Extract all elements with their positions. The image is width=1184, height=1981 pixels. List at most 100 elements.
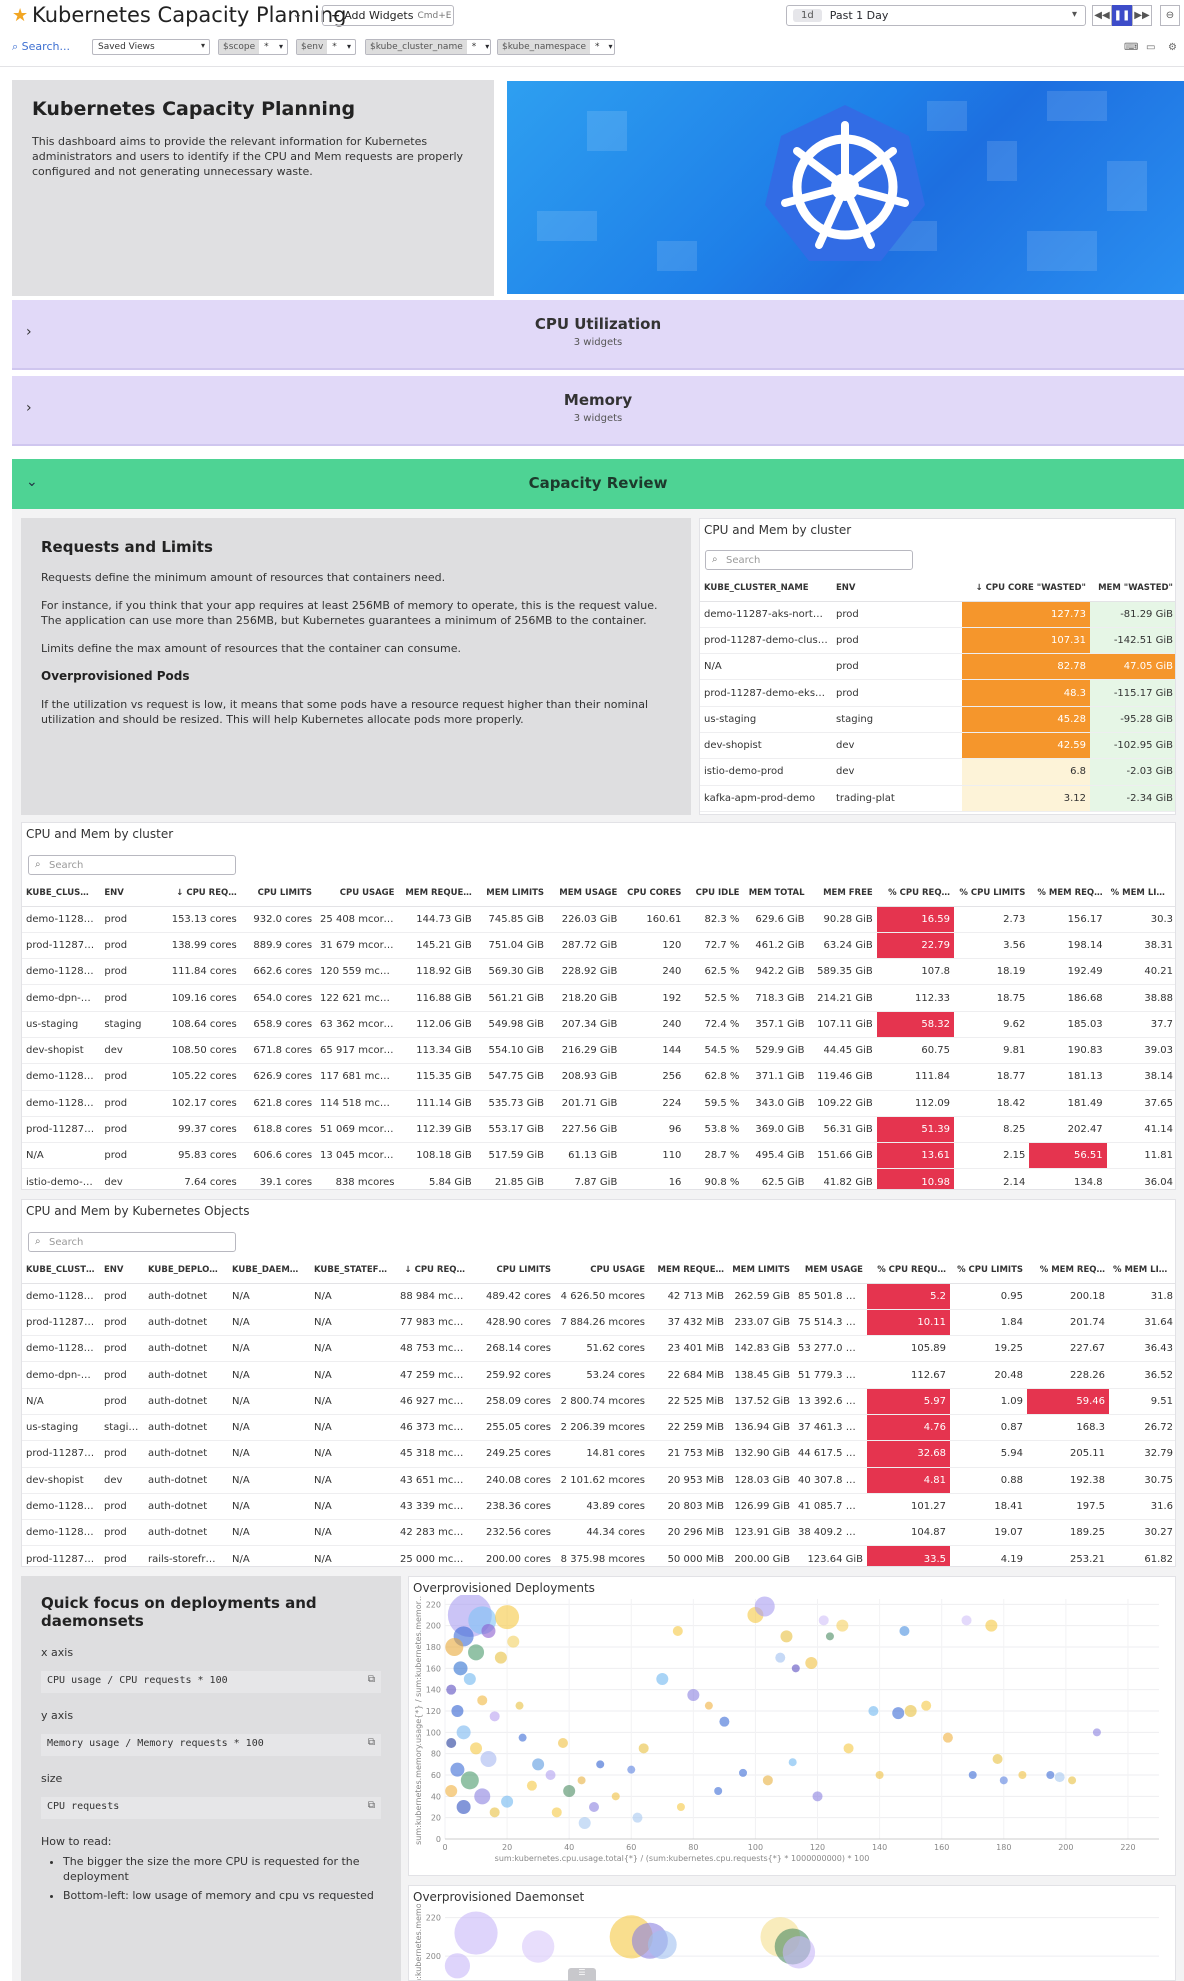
scatter-point[interactable] <box>968 1771 977 1779</box>
table-row[interactable]: demo-1128… prod 102.17 cores 621.8 cores 114… <box>22 1090 1175 1117</box>
scatter-point[interactable] <box>596 1760 605 1769</box>
table-row[interactable]: demo-dpn-… prod 109.16 cores 654.0 cores 122… <box>22 984 1175 1012</box>
scatter-point[interactable] <box>775 1652 786 1663</box>
scatter-point[interactable] <box>836 1619 849 1632</box>
column-header[interactable]: ↓ CPU CORE "WASTED" <box>962 575 1090 602</box>
scatter-point[interactable] <box>985 1619 998 1632</box>
column-header[interactable]: % CPU LIMITS <box>954 880 1030 907</box>
scatter-point[interactable] <box>676 1803 685 1811</box>
gear-icon[interactable]: ⚙ <box>1168 42 1177 53</box>
group-memory[interactable]: › Memory 3 widgets <box>12 376 1184 446</box>
step-back-icon[interactable]: ◀◀ <box>1092 5 1112 26</box>
scatter-point[interactable] <box>647 1930 677 1960</box>
scatter-point[interactable] <box>578 1817 591 1829</box>
scatter-point[interactable] <box>687 1689 700 1701</box>
scatter-point[interactable] <box>942 1732 953 1743</box>
scatter-point[interactable] <box>992 1754 1003 1764</box>
scatter-point[interactable] <box>714 1787 723 1795</box>
table-row[interactable]: prod-11287-… prod auth-dotnet N/A N/A 45 318 … <box>22 1440 1175 1468</box>
column-header[interactable]: ENV <box>100 880 164 907</box>
table-row[interactable]: us-staging staging 108.64 cores 658.9 cores… <box>22 1011 1175 1038</box>
scatter-point[interactable] <box>450 1762 465 1777</box>
scatter-point[interactable] <box>892 1707 905 1720</box>
scatter-point[interactable] <box>672 1626 683 1636</box>
saved-views-select[interactable]: Saved Views ▾ <box>92 39 210 55</box>
column-header[interactable]: MEM TOTAL <box>743 880 809 907</box>
column-header[interactable]: % CPU REQU… <box>867 1257 950 1284</box>
column-header[interactable]: ENV <box>832 575 962 602</box>
column-header[interactable]: ↓ CPU REQ… <box>396 1257 469 1284</box>
template-var-cluster[interactable]: $kube_cluster_name * ▾ <box>365 39 491 55</box>
table-row[interactable]: demo-1128… prod 105.22 cores 626.9 cores 117… <box>22 1063 1175 1091</box>
column-header[interactable]: MEM LIMITS <box>728 1257 794 1284</box>
table-row[interactable]: demo-1128… prod 153.13 cores 932.0 cores 25 … <box>22 906 1175 933</box>
deployments-scatter-chart[interactable]: 0 20 40 60 80 100 120 140 160 180 200 220 0 20 40 60 80 1… <box>409 1595 1176 1876</box>
copy-icon[interactable]: ⧉ <box>368 1737 375 1748</box>
scatter-point[interactable] <box>899 1626 910 1636</box>
scatter-point[interactable] <box>474 1788 491 1805</box>
scatter-point[interactable] <box>563 1785 576 1797</box>
scatter-point[interactable] <box>999 1776 1008 1785</box>
scatter-point[interactable] <box>875 1771 884 1779</box>
scatter-point[interactable] <box>557 1738 568 1748</box>
scatter-point[interactable] <box>518 1733 527 1742</box>
scatter-point[interactable] <box>454 1911 498 1955</box>
column-header[interactable]: MEM REQUE… <box>398 880 476 907</box>
scatter-point[interactable] <box>921 1700 932 1711</box>
table-row[interactable]: demo-dpn-u… prod auth-dotnet N/A N/A 47 259 m… <box>22 1361 1175 1389</box>
scatter-point[interactable] <box>762 1775 773 1786</box>
step-forward-icon[interactable]: ▶▶ <box>1132 5 1152 26</box>
template-var-scope[interactable]: $scope * ▾ <box>218 39 288 55</box>
scatter-point[interactable] <box>825 1632 834 1641</box>
scatter-point[interactable] <box>1046 1771 1055 1779</box>
table-row[interactable]: prod-11287-demo-clus… prod 107.31 -142.51 G… <box>700 627 1175 655</box>
table-row[interactable]: N/A prod 95.83 cores 606.6 cores 13 045 mcor… <box>22 1142 1175 1170</box>
column-header[interactable]: MEM REQUE… <box>649 1257 728 1284</box>
scatter-point[interactable] <box>1092 1728 1101 1737</box>
scatter-point[interactable] <box>446 1684 457 1695</box>
table-row[interactable]: prod-11287-… prod rails-storefr… N/A N/A 25 0… <box>22 1545 1175 1566</box>
column-header[interactable]: KUBE_DAEM… <box>228 1257 310 1284</box>
scatter-point[interactable] <box>611 1792 620 1801</box>
keyboard-icon[interactable]: ⌨ <box>1124 42 1138 53</box>
scatter-point[interactable] <box>545 1770 556 1780</box>
scatter-point[interactable] <box>1018 1771 1027 1779</box>
column-header[interactable]: CPU LIMITS <box>469 1257 555 1284</box>
table-search-input[interactable]: ⌕ Search <box>28 855 236 875</box>
table-row[interactable]: prod-11287… prod 138.99 cores 889.9 cores 31… <box>22 932 1175 960</box>
scatter-point[interactable] <box>632 1812 643 1823</box>
table-row[interactable]: istio-demo-… dev 7.64 cores 39.1 cores 838 m… <box>22 1168 1175 1189</box>
table-row[interactable]: prod-11287-demo-eks-… prod 48.3 -115.17 GiB <box>700 679 1175 707</box>
table-row[interactable]: istio-demo-prod dev 6.8 -2.03 GiB <box>700 758 1175 786</box>
column-header[interactable]: CPU USAGE <box>316 880 399 907</box>
chevron-down-icon[interactable]: ⌄ <box>292 7 303 22</box>
group-capacity-review[interactable]: ⌄ Capacity Review <box>12 459 1184 509</box>
column-header[interactable]: % CPU REQ… <box>876 880 955 907</box>
pause-icon[interactable]: ❚❚ <box>1112 5 1132 26</box>
scatter-point[interactable] <box>791 1664 800 1673</box>
scatter-point[interactable] <box>961 1615 972 1626</box>
column-header[interactable]: CPU IDLE <box>685 880 744 907</box>
table-row[interactable]: dev-shopist dev 42.59 -102.95 GiB <box>700 732 1175 760</box>
scatter-point[interactable] <box>456 1725 471 1740</box>
scatter-point[interactable] <box>638 1743 649 1754</box>
table-row[interactable]: demo-11287… prod auth-dotnet N/A N/A 43 339 m… <box>22 1493 1175 1521</box>
tv-mode-icon[interactable]: ▭ <box>1146 42 1155 53</box>
scatter-point[interactable] <box>494 1651 507 1664</box>
scatter-point[interactable] <box>782 1936 816 1969</box>
table-row[interactable]: dev-shopist dev auth-dotnet N/A N/A 43 651 mc… <box>22 1467 1175 1494</box>
scatter-point[interactable] <box>868 1706 879 1716</box>
time-range-selector[interactable]: 1d Past 1 Day ▾ <box>786 5 1086 26</box>
list-handle-icon[interactable]: ☰ <box>568 1968 596 1981</box>
column-header[interactable]: KUBE_CLUSTER_NAME <box>700 575 832 602</box>
zoom-out-icon[interactable]: ⊖ <box>1160 5 1180 26</box>
scatter-point[interactable] <box>818 1615 829 1626</box>
table-row[interactable]: demo-1128… prod 111.84 cores 662.6 cores 120… <box>22 958 1175 986</box>
scatter-point[interactable] <box>495 1605 520 1630</box>
scatter-point[interactable] <box>526 1780 537 1791</box>
scatter-point[interactable] <box>445 1638 464 1656</box>
search-link[interactable]: ⌕ Search... <box>12 40 70 54</box>
scatter-point[interactable] <box>446 1738 457 1748</box>
scatter-point[interactable] <box>739 1768 748 1777</box>
scatter-point[interactable] <box>456 1800 471 1814</box>
